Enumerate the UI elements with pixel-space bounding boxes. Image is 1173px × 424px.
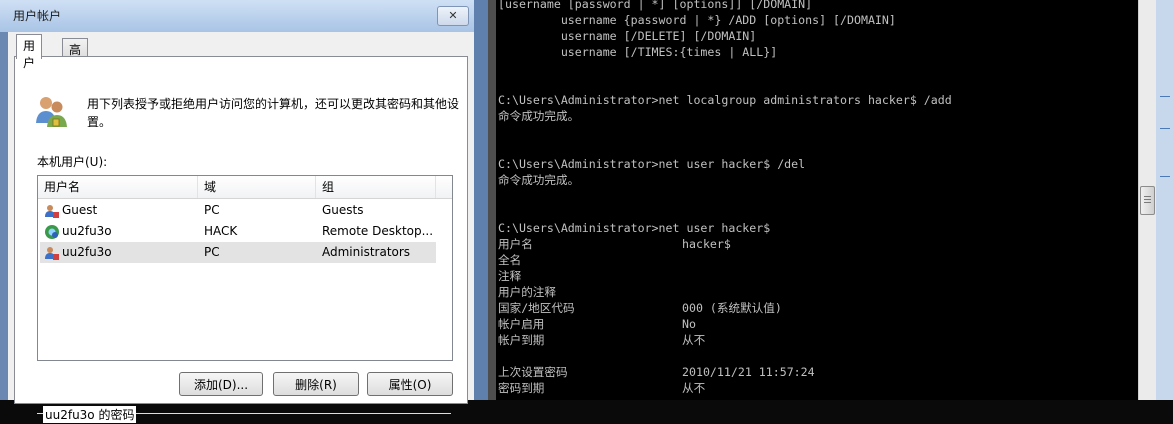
console-line: username [/DELETE] [/DOMAIN] bbox=[498, 29, 757, 43]
password-group-label: uu2fu3o 的密码 bbox=[43, 406, 137, 423]
row-group: Guests bbox=[322, 203, 364, 217]
row-domain: PC bbox=[204, 245, 220, 259]
list-header: 用户名 域 组 bbox=[38, 176, 452, 199]
window-edge-mark bbox=[1160, 96, 1170, 97]
properties-button[interactable]: 属性(O) bbox=[367, 372, 453, 396]
close-icon: ✕ bbox=[448, 9, 458, 22]
row-group: Remote Desktop... bbox=[322, 224, 434, 238]
window-frame-border bbox=[488, 0, 496, 400]
column-header-domain[interactable]: 域 bbox=[198, 176, 316, 198]
console-line: 命令成功完成。 bbox=[498, 173, 580, 187]
row-username: Guest bbox=[62, 203, 98, 217]
console-line: 帐户启用 No bbox=[498, 316, 696, 332]
user-icon bbox=[45, 205, 59, 218]
row-domain: PC bbox=[204, 203, 220, 217]
field-value: 从不 bbox=[682, 333, 706, 347]
close-button[interactable]: ✕ bbox=[437, 6, 469, 26]
console-line: 帐户到期 从不 bbox=[498, 332, 705, 348]
tab-users[interactable]: 用户 bbox=[16, 34, 43, 70]
users-icon bbox=[36, 97, 67, 127]
column-header-group[interactable]: 组 bbox=[316, 176, 436, 198]
window-edge-mark bbox=[1160, 128, 1170, 129]
dialog-body: 用户 高级 用下列表授予或拒绝用户访问您的计算机，还可以更改其密码和其他设置。 … bbox=[8, 32, 474, 423]
list-item[interactable]: Guest PC Guests bbox=[40, 200, 436, 221]
command-prompt-console[interactable]: [username [password | *] [options]] [/DO… bbox=[496, 0, 1138, 400]
list-item[interactable]: uu2fu3o PC Administrators bbox=[40, 242, 436, 263]
window-frame-border bbox=[474, 0, 488, 400]
scrollbar-thumb[interactable] bbox=[1140, 186, 1155, 215]
domain-user-icon bbox=[45, 225, 59, 239]
console-line: 上次设置密码 2010/11/21 11:57:24 bbox=[498, 364, 815, 380]
console-line: 用户名 hacker$ bbox=[498, 236, 731, 252]
background-window-edge bbox=[1156, 0, 1173, 400]
dialog-titlebar[interactable]: 用户帐户 ✕ bbox=[0, 0, 488, 32]
console-line: 全名 bbox=[498, 253, 522, 267]
field-value: 000 (系统默认值) bbox=[682, 301, 782, 315]
field-label: 密码到期 bbox=[498, 381, 545, 395]
users-tab-page: 用下列表授予或拒绝用户访问您的计算机，还可以更改其密码和其他设置。 本机用户(U… bbox=[14, 56, 468, 423]
console-line: 命令成功完成。 bbox=[498, 109, 580, 123]
column-header-username[interactable]: 用户名 bbox=[38, 176, 198, 198]
console-line: 密码到期 从不 bbox=[498, 380, 705, 396]
field-value: No bbox=[682, 317, 696, 331]
console-line: 国家/地区代码 000 (系统默认值) bbox=[498, 300, 782, 316]
console-line: 注释 bbox=[498, 269, 522, 283]
field-label: 帐户到期 bbox=[498, 333, 545, 347]
password-group: uu2fu3o 的密码 bbox=[37, 406, 451, 424]
field-label: 国家/地区代码 bbox=[498, 301, 575, 315]
users-list[interactable]: 用户名 域 组 Guest PC Guests uu2fu3o HACK Rem… bbox=[37, 175, 453, 361]
console-line: username {password | *} /ADD [options] [… bbox=[498, 13, 896, 27]
row-username: uu2fu3o bbox=[62, 224, 112, 238]
console-line: C:\Users\Administrator>net user hacker$ … bbox=[498, 157, 806, 171]
field-value: 2010/11/21 11:57:24 bbox=[682, 365, 815, 379]
row-group: Administrators bbox=[322, 245, 411, 259]
user-icon bbox=[45, 247, 59, 260]
user-accounts-dialog: 用户帐户 ✕ 用户 高级 用下列表授予或拒绝用户访问您的计算机，还可以更改其密码… bbox=[0, 0, 488, 423]
console-line: username [/TIMES:{times | ALL}] bbox=[498, 45, 778, 59]
dialog-title: 用户帐户 bbox=[13, 9, 62, 23]
list-item[interactable]: uu2fu3o HACK Remote Desktop... bbox=[40, 221, 436, 242]
field-value: 从不 bbox=[682, 381, 706, 395]
add-button[interactable]: 添加(D)... bbox=[179, 372, 263, 396]
intro-text: 用下列表授予或拒绝用户访问您的计算机，还可以更改其密码和其他设置。 bbox=[87, 97, 460, 129]
console-line: [username [password | *] [options]] [/DO… bbox=[498, 0, 813, 11]
console-line: C:\Users\Administrator>net user hacker$ bbox=[498, 221, 771, 235]
remove-button[interactable]: 删除(R) bbox=[273, 372, 359, 396]
field-label: 上次设置密码 bbox=[498, 365, 568, 379]
console-line: C:\Users\Administrator>net localgroup ad… bbox=[498, 93, 952, 107]
field-label: 帐户启用 bbox=[498, 317, 545, 331]
window-edge-mark bbox=[1160, 176, 1170, 177]
local-users-label: 本机用户(U): bbox=[37, 155, 108, 169]
field-label: 用户名 bbox=[498, 237, 533, 251]
row-domain: HACK bbox=[204, 224, 238, 238]
console-line: 用户的注释 bbox=[498, 285, 556, 299]
field-value: hacker$ bbox=[682, 237, 731, 251]
row-username: uu2fu3o bbox=[62, 245, 112, 259]
